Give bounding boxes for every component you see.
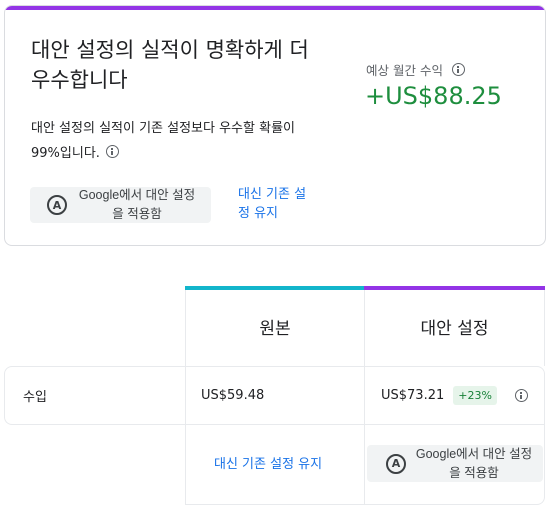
column-header-original: 원본	[185, 286, 365, 366]
info-icon[interactable]	[105, 145, 119, 158]
keep-original-link[interactable]: 대신 기존 설정 유지	[214, 455, 354, 474]
variant-action-cell: A Google에서 대안 설정을 적용함	[365, 425, 545, 505]
info-icon[interactable]	[451, 63, 465, 76]
apply-alternative-label: Google에서 대안 설정을 적용함	[78, 188, 196, 221]
revenue-row-label: 수입	[4, 366, 185, 425]
apply-alternative-button[interactable]: A Google에서 대안 설정을 적용함	[367, 445, 543, 482]
summary-card: 대안 설정의 실적이 명확하게 더 우수합니다 대안 설정의 실적이 기존 설정…	[4, 5, 546, 246]
original-action-cell: 대신 기존 설정 유지	[185, 425, 365, 505]
keep-original-link[interactable]: 대신 기존 설정 유지	[238, 185, 318, 223]
column-accent-bar	[364, 286, 545, 290]
summary-headline: 대안 설정의 실적이 명확하게 더 우수합니다	[31, 38, 309, 92]
card-accent-bar	[5, 6, 545, 10]
auto-apply-icon: A	[386, 453, 406, 474]
column-header-original-label: 원본	[259, 319, 291, 339]
monthly-revenue-label-text: 예상 월간 수익	[366, 63, 443, 78]
auto-apply-icon: A	[47, 195, 67, 215]
column-header-variant-label: 대안 설정	[420, 319, 489, 339]
variant-revenue-cell: US$73.21 +23%	[365, 366, 545, 425]
original-revenue-cell: US$59.48	[185, 366, 365, 425]
apply-alternative-button[interactable]: A Google에서 대안 설정을 적용함	[30, 187, 211, 223]
column-accent-bar	[185, 286, 365, 290]
variant-revenue-value: US$73.21	[381, 388, 445, 403]
column-header-variant: 대안 설정	[364, 286, 545, 366]
summary-description-text: 대안 설정의 실적이 기존 설정보다 우수할 확률이 99%입니다.	[31, 121, 295, 161]
summary-description: 대안 설정의 실적이 기존 설정보다 우수할 확률이 99%입니다.	[31, 116, 321, 166]
monthly-revenue-value: +US$88.25	[365, 82, 502, 110]
monthly-revenue-label: 예상 월간 수익	[366, 60, 465, 79]
info-icon[interactable]	[514, 389, 528, 402]
original-revenue-value: US$59.48	[201, 388, 265, 403]
apply-alternative-label: Google에서 대안 설정을 적용함	[415, 446, 533, 480]
change-badge: +23%	[453, 386, 497, 405]
